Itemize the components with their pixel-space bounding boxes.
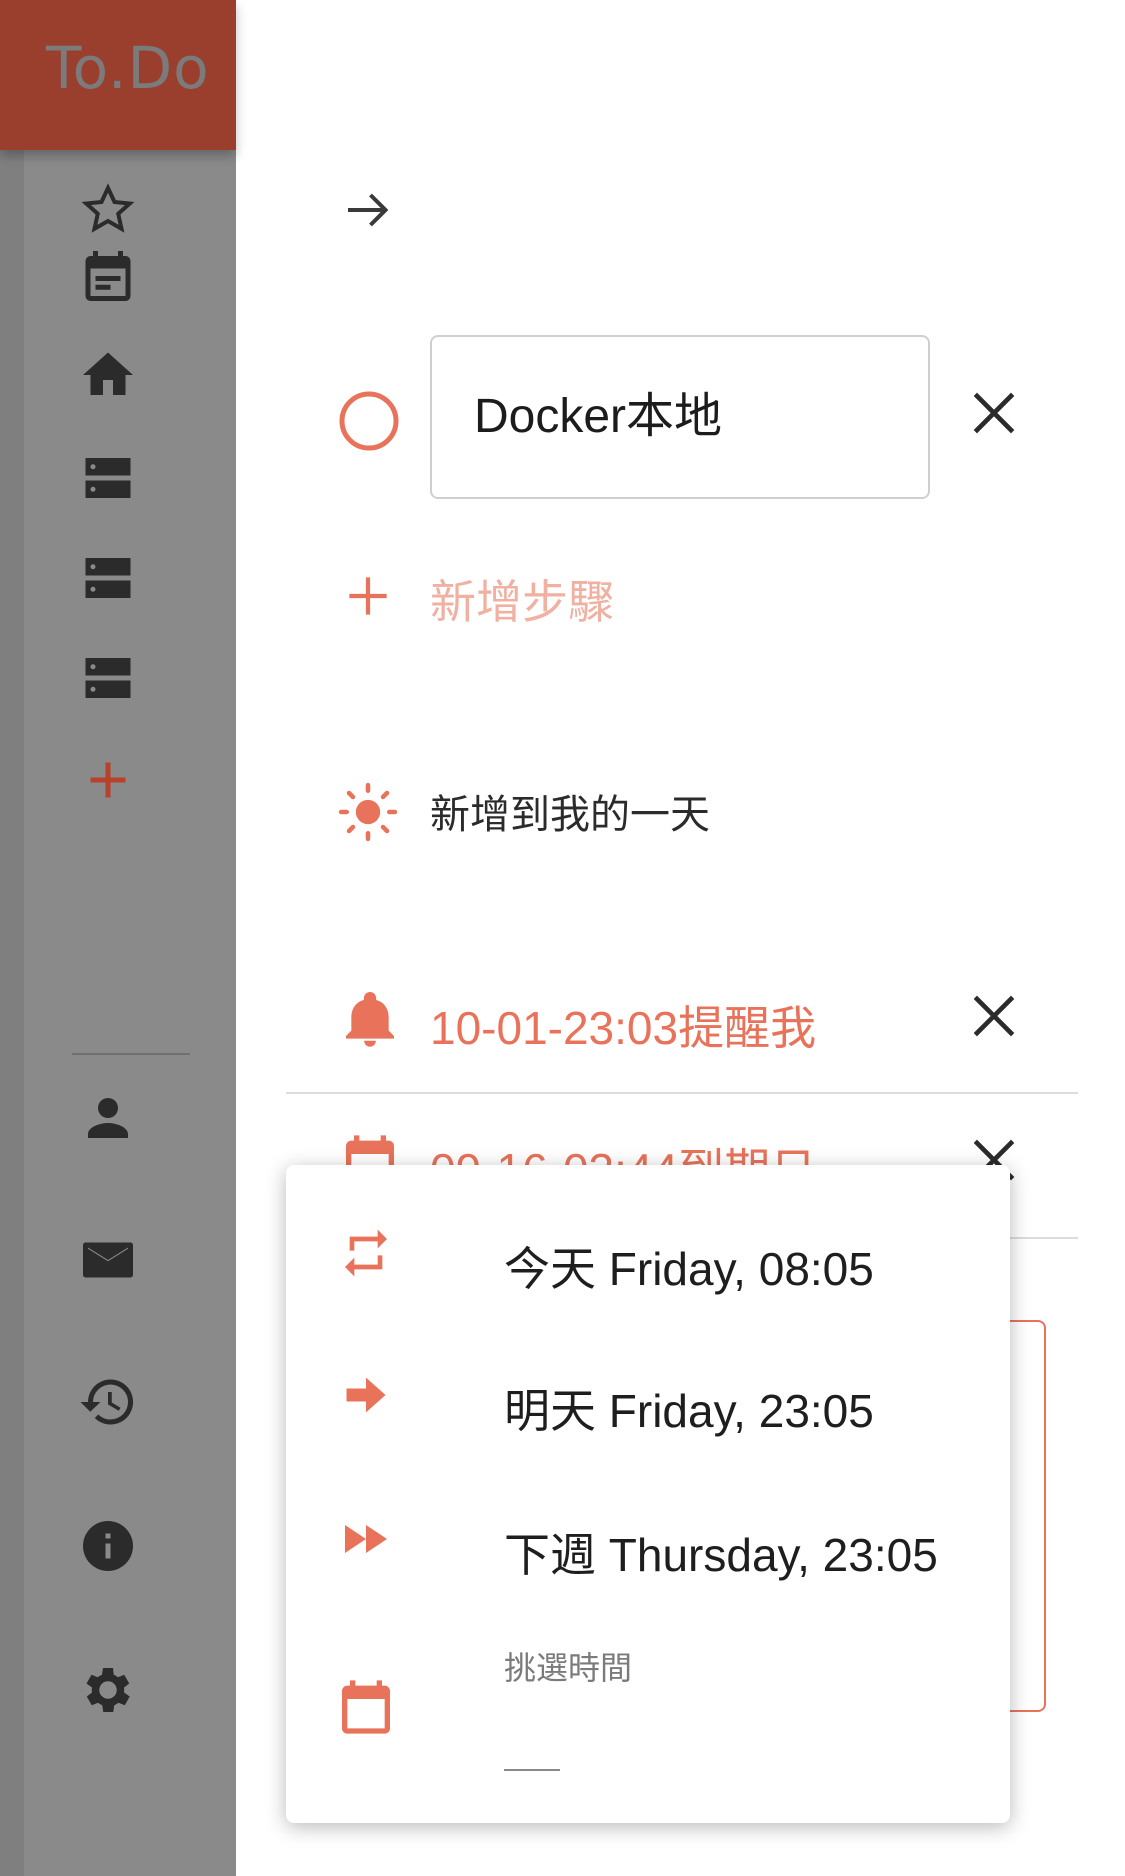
sidebar-item-tasks[interactable]	[78, 345, 138, 405]
bell-icon	[346, 992, 394, 1047]
sidebar-edge	[0, 150, 24, 1876]
sidebar: To.Do	[0, 0, 236, 1876]
sidebar-history[interactable]	[78, 1372, 138, 1432]
close-icon	[973, 995, 1015, 1037]
arrow-right-icon	[348, 193, 389, 227]
sidebar-info[interactable]	[78, 1516, 138, 1576]
add-list-icon	[90, 762, 126, 798]
add-step-icon-wrap[interactable]	[340, 568, 396, 624]
sidebar-item-list-3[interactable]	[78, 648, 138, 708]
star-outline-icon	[81, 183, 135, 233]
info-icon	[83, 1521, 133, 1571]
complete-task-toggle[interactable]	[336, 388, 402, 454]
sidebar-item-list-2[interactable]	[78, 548, 138, 608]
sidebar-mail[interactable]	[78, 1230, 138, 1290]
sidebar-item-planned[interactable]	[78, 246, 138, 306]
sidebar-add-list-button[interactable]	[78, 750, 138, 810]
circle-outline-icon	[339, 391, 399, 451]
close-icon	[973, 392, 1015, 434]
plus-icon	[349, 577, 387, 615]
close-detail-button[interactable]	[338, 180, 398, 240]
list-icon	[85, 658, 131, 698]
arrow-right-icon	[340, 1369, 392, 1421]
logo-text: To.Do	[46, 34, 210, 102]
sidebar-settings[interactable]	[78, 1660, 138, 1720]
add-to-my-day-button[interactable]: 新增到我的一天	[430, 782, 710, 840]
remove-reminder-button[interactable]	[966, 988, 1022, 1044]
fast-forward-icon	[338, 1511, 394, 1567]
reminder-label[interactable]: 10-01-23:03提醒我	[430, 992, 816, 1058]
reminder-icon-wrap[interactable]	[338, 988, 402, 1052]
sidebar-divider	[72, 1053, 190, 1055]
settings-icon	[86, 1668, 130, 1712]
app-logo[interactable]: To.Do	[0, 0, 236, 150]
my-day-icon-wrap[interactable]	[334, 778, 402, 846]
add-step-button[interactable]: 新增步驟	[430, 566, 614, 632]
menu-option-tomorrow[interactable]: 明天 Friday, 23:05	[504, 1375, 874, 1441]
pick-time-underline	[504, 1769, 560, 1771]
calendar-icon	[85, 251, 131, 301]
repeat-icon	[338, 1225, 394, 1281]
divider	[286, 1092, 1078, 1094]
sun-icon	[338, 782, 398, 842]
list-icon	[85, 558, 131, 598]
pick-time-input[interactable]	[504, 1695, 560, 1743]
home-icon	[83, 352, 133, 395]
list-icon	[85, 458, 131, 498]
sidebar-item-important[interactable]	[78, 180, 138, 240]
menu-option-next-week[interactable]: 下週 Thursday, 23:05	[504, 1519, 938, 1585]
mail-icon	[83, 1242, 133, 1278]
sidebar-account[interactable]	[78, 1088, 138, 1148]
person-icon	[88, 1098, 128, 1138]
history-icon	[80, 1379, 134, 1425]
pick-time-label: 挑選時間	[504, 1649, 633, 1687]
date-picker-menu: 今天 Friday, 08:05 明天 Friday, 23:05 下週 Thu…	[286, 1165, 1010, 1823]
delete-task-button[interactable]	[966, 385, 1022, 441]
calendar-icon[interactable]	[334, 1675, 398, 1739]
task-title-input[interactable]: Docker本地	[430, 335, 930, 499]
menu-option-today[interactable]: 今天 Friday, 08:05	[504, 1233, 874, 1299]
sidebar-item-list-1[interactable]	[78, 448, 138, 508]
